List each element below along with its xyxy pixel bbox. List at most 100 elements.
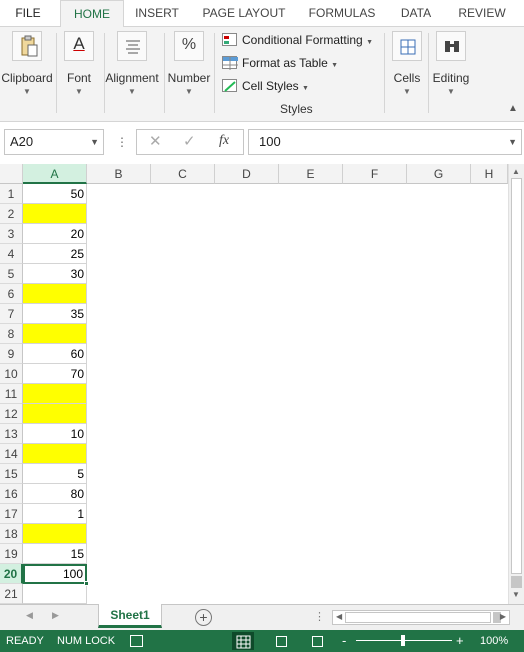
styles-group-label: Styles: [280, 102, 313, 116]
insert-function-button[interactable]: fx: [219, 133, 229, 149]
editing-button[interactable]: Editing ▼: [430, 31, 472, 101]
row-header-11[interactable]: 11: [0, 384, 23, 404]
cells-button[interactable]: Cells ▼: [388, 31, 426, 101]
cell-a5[interactable]: 30: [23, 264, 87, 284]
fill-handle[interactable]: [84, 581, 89, 586]
cell-a10[interactable]: 70: [23, 364, 87, 384]
row-header-20[interactable]: 20: [0, 564, 23, 584]
macro-record-icon[interactable]: [130, 635, 143, 647]
row-header-13[interactable]: 13: [0, 424, 23, 444]
cell-a2[interactable]: [23, 204, 87, 224]
cell-a7[interactable]: 35: [23, 304, 87, 324]
column-header-f[interactable]: F: [343, 164, 407, 184]
collapse-ribbon-icon[interactable]: ▲: [508, 103, 518, 114]
tab-formulas[interactable]: FORMULAS: [302, 0, 382, 26]
scroll-up-icon[interactable]: ▲: [512, 167, 520, 176]
select-all-corner[interactable]: [0, 164, 23, 184]
cell-a6[interactable]: [23, 284, 87, 304]
scroll-left-icon[interactable]: ◀: [336, 612, 342, 621]
format-as-table-button[interactable]: Format as Table ▼: [222, 53, 338, 73]
row-header-19[interactable]: 19: [0, 544, 23, 564]
conditional-formatting-button[interactable]: Conditional Formatting ▼: [222, 30, 373, 50]
cancel-icon[interactable]: ✕: [149, 132, 162, 150]
row-header-6[interactable]: 6: [0, 284, 23, 304]
row-header-18[interactable]: 18: [0, 524, 23, 544]
previous-sheet-icon[interactable]: ◀: [26, 610, 33, 621]
row-header-5[interactable]: 5: [0, 264, 23, 284]
row-header-17[interactable]: 17: [0, 504, 23, 524]
next-sheet-icon[interactable]: ▶: [52, 610, 59, 621]
row-header-14[interactable]: 14: [0, 444, 23, 464]
clipboard-button[interactable]: Clipboard ▼: [0, 31, 54, 101]
alignment-button[interactable]: Alignment ▼: [104, 31, 160, 101]
row-header-21[interactable]: 21: [0, 584, 23, 604]
more-options-icon[interactable]: ⋮: [116, 135, 128, 149]
zoom-slider-thumb[interactable]: [401, 635, 405, 646]
column-header-g[interactable]: G: [407, 164, 471, 184]
column-header-b[interactable]: B: [87, 164, 151, 184]
row-header-8[interactable]: 8: [0, 324, 23, 344]
cell-a8[interactable]: [23, 324, 87, 344]
tab-data[interactable]: DATA: [392, 0, 440, 26]
cell-a21[interactable]: [23, 584, 87, 604]
add-sheet-icon[interactable]: +: [195, 609, 212, 626]
column-header-d[interactable]: D: [215, 164, 279, 184]
font-button[interactable]: A Font ▼: [58, 31, 100, 101]
confirm-icon[interactable]: ✓: [183, 132, 196, 150]
zoom-level[interactable]: 100%: [480, 630, 508, 652]
vertical-scroll-thumb[interactable]: [511, 178, 522, 574]
column-header-h[interactable]: H: [471, 164, 508, 184]
tab-home[interactable]: HOME: [60, 0, 124, 27]
tab-file[interactable]: FILE: [0, 0, 56, 26]
cell-a17[interactable]: 1: [23, 504, 87, 524]
cell-a16[interactable]: 80: [23, 484, 87, 504]
cell-a11[interactable]: [23, 384, 87, 404]
zoom-out-button[interactable]: -: [342, 630, 346, 652]
row-header-15[interactable]: 15: [0, 464, 23, 484]
row-header-3[interactable]: 3: [0, 224, 23, 244]
row-header-1[interactable]: 1: [0, 184, 23, 204]
scroll-right-icon[interactable]: ▶: [500, 612, 506, 621]
cell-a1[interactable]: 50: [23, 184, 87, 204]
row-header-7[interactable]: 7: [0, 304, 23, 324]
scroll-down-icon[interactable]: ▼: [512, 590, 520, 599]
row-header-2[interactable]: 2: [0, 204, 23, 224]
row-header-16[interactable]: 16: [0, 484, 23, 504]
normal-view-button[interactable]: [232, 632, 254, 650]
cell-a19[interactable]: 15: [23, 544, 87, 564]
cell-a20[interactable]: 100: [23, 564, 87, 584]
horizontal-scrollbar[interactable]: ◀ ▶: [332, 610, 510, 625]
column-header-a[interactable]: A: [23, 164, 87, 184]
zoom-in-button[interactable]: +: [456, 630, 464, 652]
row-header-12[interactable]: 12: [0, 404, 23, 424]
column-header-c[interactable]: C: [151, 164, 215, 184]
cell-a13[interactable]: 10: [23, 424, 87, 444]
page-break-view-button[interactable]: [306, 632, 328, 650]
chevron-down-icon[interactable]: ▼: [508, 130, 517, 154]
horizontal-scroll-thumb[interactable]: [345, 612, 491, 623]
cell-a15[interactable]: 5: [23, 464, 87, 484]
row-header-10[interactable]: 10: [0, 364, 23, 384]
sheet-tab-sheet1[interactable]: Sheet1: [98, 604, 162, 628]
cell-a12[interactable]: [23, 404, 87, 424]
page-layout-view-button[interactable]: [270, 632, 292, 650]
number-button[interactable]: % Number ▼: [166, 31, 212, 101]
cell-a3[interactable]: 20: [23, 224, 87, 244]
name-box[interactable]: A20 ▼: [4, 129, 104, 155]
tab-insert[interactable]: INSERT: [128, 0, 186, 26]
column-header-e[interactable]: E: [279, 164, 343, 184]
cell-styles-button[interactable]: Cell Styles ▼: [222, 76, 309, 96]
tab-review[interactable]: REVIEW: [452, 0, 512, 26]
row-header-9[interactable]: 9: [0, 344, 23, 364]
chevron-down-icon[interactable]: ▼: [90, 130, 99, 154]
cell-a4[interactable]: 25: [23, 244, 87, 264]
format-as-table-label: Format as Table: [242, 56, 328, 70]
more-options-icon[interactable]: ⋮: [314, 610, 325, 623]
vertical-scrollbar[interactable]: ▲ ▼: [508, 164, 524, 604]
tab-page-layout[interactable]: PAGE LAYOUT: [196, 0, 292, 26]
cell-a14[interactable]: [23, 444, 87, 464]
cell-a18[interactable]: [23, 524, 87, 544]
formula-input[interactable]: 100 ▼: [248, 129, 522, 155]
cell-a9[interactable]: 60: [23, 344, 87, 364]
row-header-4[interactable]: 4: [0, 244, 23, 264]
